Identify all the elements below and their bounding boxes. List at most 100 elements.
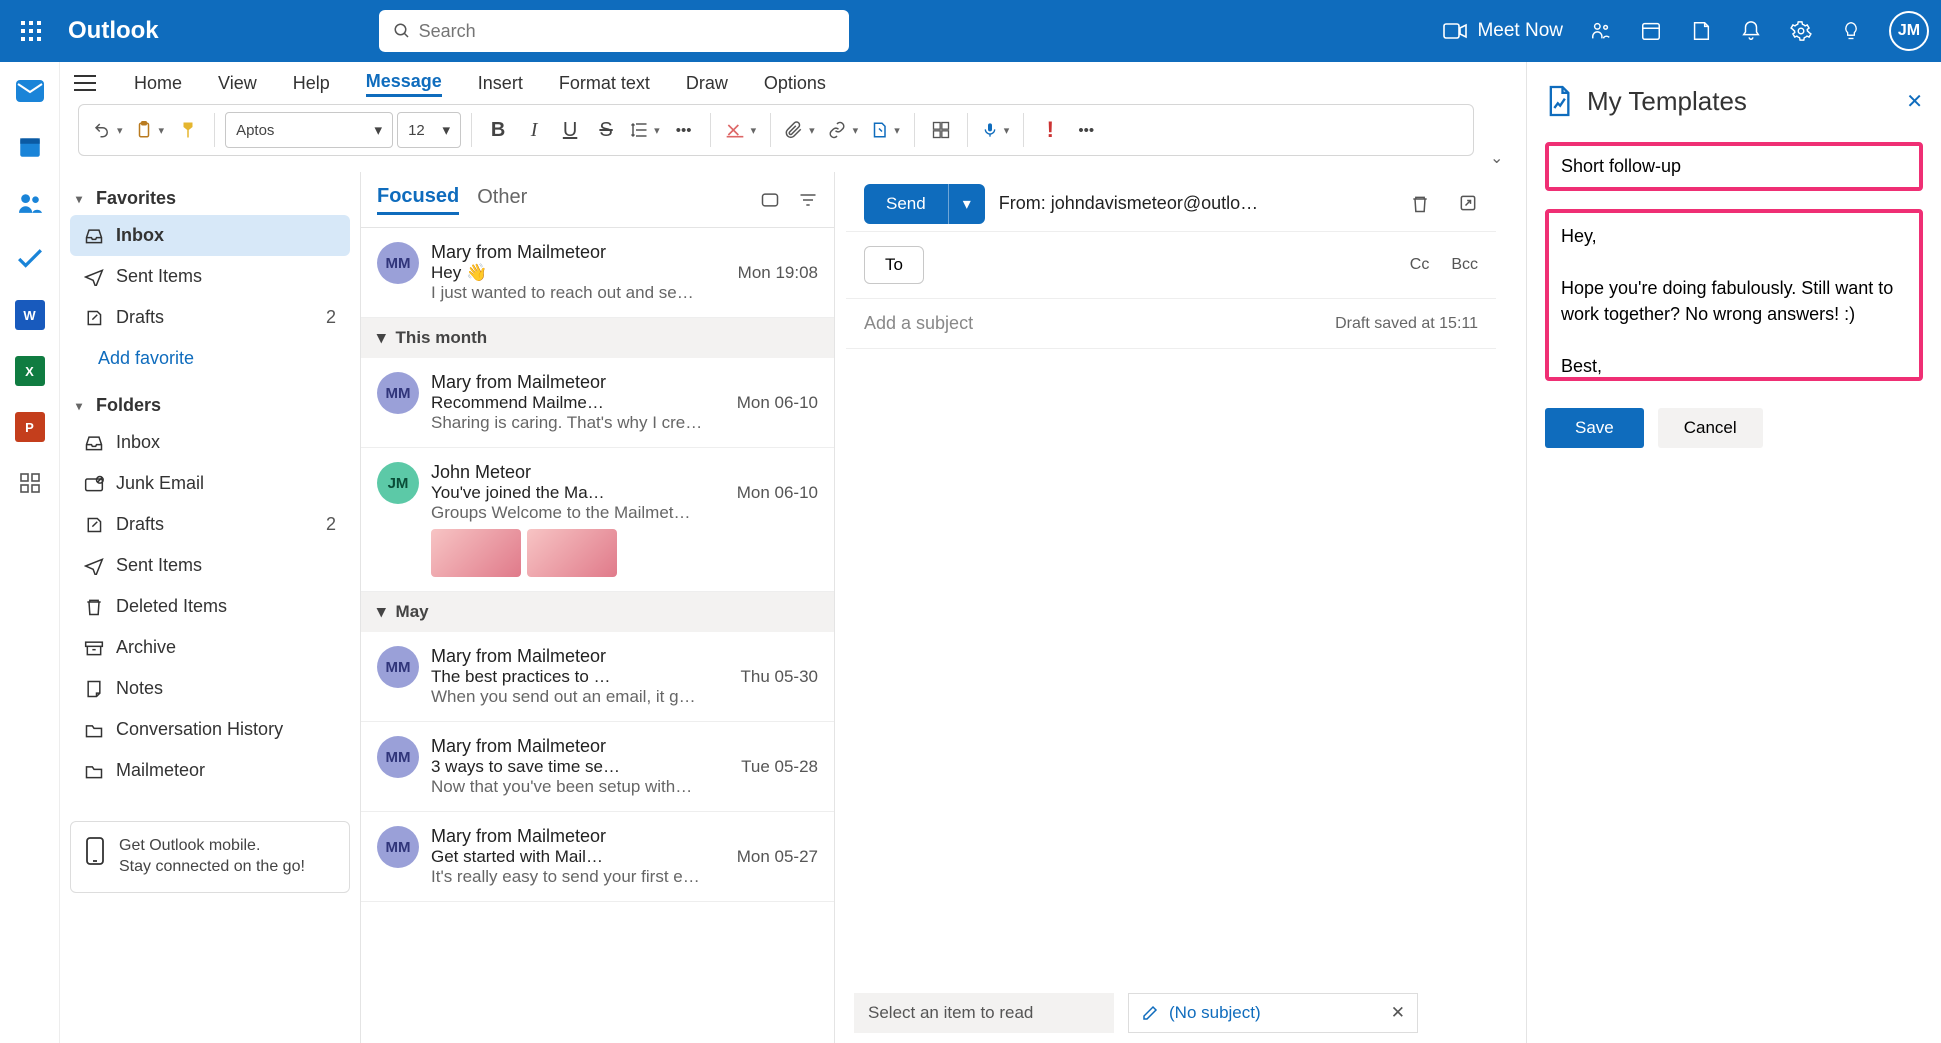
tab-help[interactable]: Help — [293, 71, 330, 96]
thumb[interactable] — [431, 529, 521, 577]
settings-icon[interactable] — [1789, 19, 1813, 43]
tab-home[interactable]: Home — [134, 71, 182, 96]
from-field[interactable]: From: johndavismeteor@outlo… — [999, 193, 1258, 214]
tab-focused[interactable]: Focused — [377, 185, 459, 215]
folder-archive[interactable]: Archive — [70, 627, 350, 668]
more-format-button[interactable]: ••• — [668, 112, 700, 148]
message-item[interactable]: JM John Meteor You've joined the Ma…Mon … — [361, 448, 834, 592]
list-group-may[interactable]: ▾May — [361, 592, 834, 632]
mobile-promo[interactable]: Get Outlook mobile. Stay connected on th… — [70, 821, 350, 893]
profile-avatar[interactable]: JM — [1889, 11, 1929, 51]
search-input[interactable] — [419, 21, 835, 42]
compose-tab[interactable]: (No subject) ✕ — [1128, 993, 1418, 1033]
format-painter-button[interactable] — [172, 112, 204, 148]
thumb[interactable] — [527, 529, 617, 577]
message-item[interactable]: MM Mary from Mailmeteor The best practic… — [361, 632, 834, 722]
chevron-down-icon: ▾ — [377, 602, 386, 622]
bcc-button[interactable]: Bcc — [1451, 256, 1478, 274]
search-box[interactable] — [379, 10, 849, 52]
add-favorite-link[interactable]: Add favorite — [70, 338, 350, 379]
folder-inbox[interactable]: Inbox — [70, 422, 350, 463]
tab-message[interactable]: Message — [366, 69, 442, 97]
hamburger-icon[interactable] — [74, 74, 98, 92]
word-app-icon[interactable]: W — [15, 300, 45, 330]
favorites-section[interactable]: Favorites — [70, 182, 350, 215]
folder-mailmeteor[interactable]: Mailmeteor — [70, 750, 350, 791]
line-spacing-button[interactable] — [626, 112, 664, 148]
link-button[interactable] — [823, 112, 863, 148]
strikethrough-button[interactable]: S — [590, 112, 622, 148]
send-button[interactable]: Send — [864, 184, 948, 224]
folder-drafts[interactable]: Drafts2 — [70, 504, 350, 545]
attach-button[interactable] — [781, 112, 819, 148]
bold-button[interactable]: B — [482, 112, 514, 148]
close-compose-tab-icon[interactable]: ✕ — [1391, 1003, 1405, 1023]
junk-icon — [84, 475, 104, 493]
popout-icon[interactable] — [1458, 193, 1478, 215]
clear-formatting-button[interactable] — [721, 112, 761, 148]
more-apps-icon[interactable] — [15, 468, 45, 498]
cc-button[interactable]: Cc — [1410, 256, 1430, 274]
tab-other[interactable]: Other — [477, 186, 527, 213]
filter-icon[interactable] — [798, 191, 818, 209]
app-launcher-icon[interactable] — [12, 12, 50, 50]
layout-icon[interactable] — [760, 191, 780, 209]
folders-section[interactable]: Folders — [70, 389, 350, 422]
tab-draw[interactable]: Draw — [686, 71, 728, 96]
tab-options[interactable]: Options — [764, 71, 826, 96]
importance-button[interactable]: ! — [1034, 112, 1066, 148]
tips-icon[interactable] — [1839, 19, 1863, 43]
meet-now-button[interactable]: Meet Now — [1443, 20, 1563, 42]
todo-app-icon[interactable] — [15, 244, 45, 274]
paste-button[interactable] — [131, 112, 169, 148]
message-item[interactable]: MM Mary from Mailmeteor 3 ways to save t… — [361, 722, 834, 812]
calendar-app-icon[interactable] — [15, 132, 45, 162]
save-button[interactable]: Save — [1545, 408, 1644, 448]
apps-button[interactable] — [925, 112, 957, 148]
mail-app-icon[interactable] — [15, 76, 45, 106]
excel-app-icon[interactable]: X — [15, 356, 45, 386]
folder-notes[interactable]: Notes — [70, 668, 350, 709]
template-name-input[interactable] — [1545, 142, 1923, 191]
tab-view[interactable]: View — [218, 71, 257, 96]
calendar-day-icon[interactable] — [1639, 19, 1663, 43]
folder-inbox-fav[interactable]: Inbox — [70, 215, 350, 256]
folder-sent[interactable]: Sent Items — [70, 545, 350, 586]
close-templates-icon[interactable]: ✕ — [1906, 89, 1923, 114]
more-commands-button[interactable]: ••• — [1070, 112, 1102, 148]
edit-icon — [1141, 1004, 1159, 1022]
ribbon-toolbar: Aptos▾ 12▾ B I U S ••• ! ••• — [78, 104, 1474, 156]
italic-button[interactable]: I — [518, 112, 550, 148]
folder-junk[interactable]: Junk Email — [70, 463, 350, 504]
discard-icon[interactable] — [1410, 193, 1430, 215]
list-group-this-month[interactable]: ▾This month — [361, 318, 834, 358]
undo-button[interactable] — [89, 112, 127, 148]
message-item[interactable]: MM Mary from Mailmeteor Get started with… — [361, 812, 834, 902]
powerpoint-app-icon[interactable]: P — [15, 412, 45, 442]
cancel-button[interactable]: Cancel — [1658, 408, 1763, 448]
send-dropdown[interactable]: ▾ — [948, 184, 985, 224]
message-item[interactable]: MM Mary from Mailmeteor Recommend Mailme… — [361, 358, 834, 448]
subject-input[interactable]: Add a subject — [864, 313, 973, 334]
signature-button[interactable] — [866, 112, 904, 148]
underline-button[interactable]: U — [554, 112, 586, 148]
select-item-bar: Select an item to read — [854, 993, 1114, 1033]
folder-sent-fav[interactable]: Sent Items — [70, 256, 350, 297]
to-button[interactable]: To — [864, 246, 924, 284]
tab-insert[interactable]: Insert — [478, 71, 523, 96]
message-item[interactable]: MM Mary from Mailmeteor Hey 👋Mon 19:08 I… — [361, 228, 834, 318]
dictate-button[interactable] — [978, 112, 1014, 148]
template-body-input[interactable] — [1545, 209, 1923, 381]
bell-icon[interactable] — [1739, 19, 1763, 43]
folder-conversation-history[interactable]: Conversation History — [70, 709, 350, 750]
folder-drafts-fav[interactable]: Drafts 2 — [70, 297, 350, 338]
teams-icon[interactable] — [1589, 19, 1613, 43]
expand-ribbon-icon[interactable]: ⌄ — [1490, 148, 1503, 168]
tab-format-text[interactable]: Format text — [559, 71, 650, 96]
folder-deleted[interactable]: Deleted Items — [70, 586, 350, 627]
people-app-icon[interactable] — [15, 188, 45, 218]
meet-now-label: Meet Now — [1477, 20, 1563, 42]
font-size-select[interactable]: 12▾ — [397, 112, 461, 148]
font-name-select[interactable]: Aptos▾ — [225, 112, 393, 148]
notes-icon[interactable] — [1689, 19, 1713, 43]
